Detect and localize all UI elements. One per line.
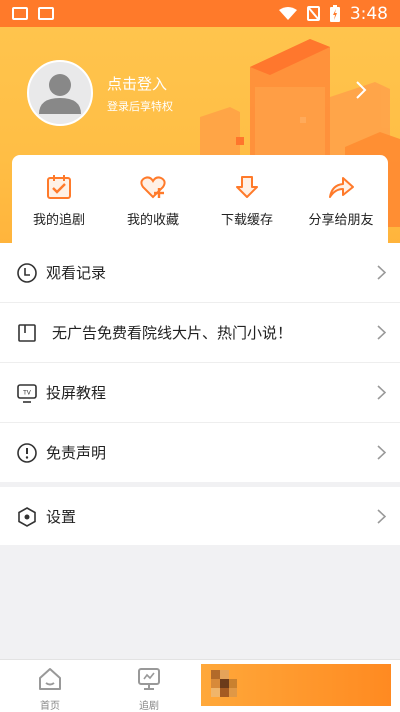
menu-item-label: 观看记录 xyxy=(46,264,107,282)
ad-banner[interactable] xyxy=(201,664,391,706)
quick-action-label: 我的收藏 xyxy=(126,213,179,228)
home-icon xyxy=(39,668,61,690)
menu-item-settings[interactable]: 设置 xyxy=(0,487,400,545)
alert-circle-icon xyxy=(17,443,37,463)
menu-item-ad-free-promo[interactable]: 无广告免费看院线大片、热门小说！ xyxy=(0,303,400,363)
avatar[interactable] xyxy=(27,60,93,126)
no-sim-icon xyxy=(306,6,320,21)
svg-text:TV: TV xyxy=(22,390,32,397)
chevron-right-icon xyxy=(377,509,386,524)
quick-actions-card: 我的追剧 我的收藏 下载缓存 分享给朋友 xyxy=(12,155,388,243)
status-bar: 3:48 xyxy=(0,0,400,27)
chevron-right-icon xyxy=(377,385,386,400)
chevron-right-icon[interactable] xyxy=(355,80,367,100)
text-notification-icon xyxy=(38,7,54,20)
chevron-right-icon xyxy=(377,265,386,280)
battery-charging-icon xyxy=(329,5,340,22)
share-arrow-icon xyxy=(329,177,354,198)
chevron-right-icon xyxy=(377,445,386,460)
book-icon xyxy=(18,324,36,342)
quick-action-downloads[interactable]: 下载缓存 xyxy=(200,155,294,243)
quick-action-favorites[interactable]: 我的收藏 xyxy=(106,155,200,243)
tv-icon: TV xyxy=(17,384,37,403)
quick-action-my-dramas[interactable]: 我的追剧 xyxy=(12,155,106,243)
menu-list: 观看记录 无广告免费看院线大片、热门小说！ TV 投屏教程 免责声明 xyxy=(0,243,400,482)
menu-item-disclaimer[interactable]: 免责声明 xyxy=(0,423,400,482)
clock-icon xyxy=(17,263,37,283)
menu-item-label: 无广告免费看院线大片、热门小说！ xyxy=(52,324,293,342)
login-title[interactable]: 点击登入 xyxy=(107,73,167,94)
bottom-nav: 首页 追剧 xyxy=(0,659,400,712)
menu-item-cast-tutorial[interactable]: TV 投屏教程 xyxy=(0,363,400,423)
wifi-icon xyxy=(278,6,297,20)
quick-action-share[interactable]: 分享给朋友 xyxy=(294,155,388,243)
nav-dramas[interactable]: 追剧 xyxy=(119,666,179,712)
quick-action-label: 分享给朋友 xyxy=(308,213,374,228)
user-silhouette-icon xyxy=(39,74,81,114)
nav-home[interactable]: 首页 xyxy=(20,666,80,712)
calendar-check-icon xyxy=(47,175,71,199)
nav-label: 首页 xyxy=(40,701,60,712)
chevron-right-icon xyxy=(377,325,386,340)
nav-label: 追剧 xyxy=(139,701,159,712)
heart-plus-icon xyxy=(140,176,166,199)
menu-item-watch-history[interactable]: 观看记录 xyxy=(0,243,400,303)
quick-action-label: 下载缓存 xyxy=(220,213,273,228)
monitor-icon xyxy=(138,668,160,690)
menu-item-label: 设置 xyxy=(46,508,77,526)
login-subtitle: 登录后享特权 xyxy=(107,100,173,113)
status-time: 3:48 xyxy=(349,3,388,24)
menu-item-label: 免责声明 xyxy=(46,444,107,462)
download-box-icon xyxy=(236,176,258,198)
image-notification-icon xyxy=(12,7,28,20)
menu-item-label: 投屏教程 xyxy=(46,384,107,402)
quick-action-label: 我的追剧 xyxy=(32,213,85,228)
hexagon-gear-icon xyxy=(18,507,36,527)
pixelated-image xyxy=(211,670,237,697)
